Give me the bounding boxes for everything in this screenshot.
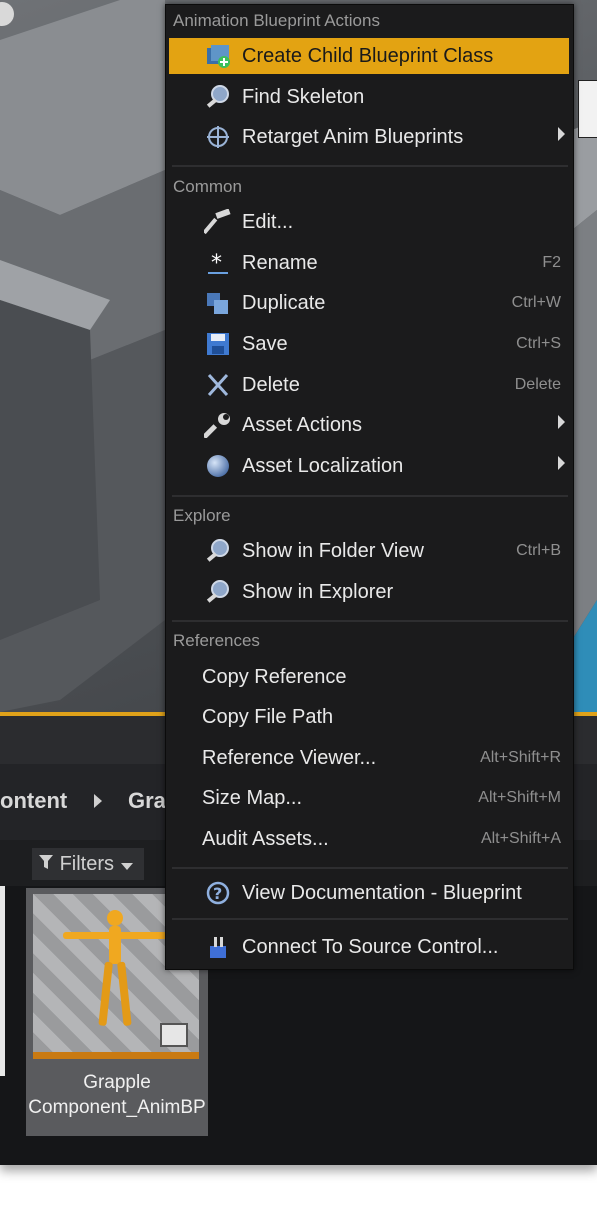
filter-icon — [38, 849, 54, 881]
menu-item-connect-to-source-control[interactable]: Connect To Source Control... — [169, 929, 569, 965]
wrench-icon — [202, 412, 232, 440]
section-header-common: Common — [173, 177, 242, 196]
menu-separator — [172, 620, 568, 622]
menu-item-save[interactable]: Save Ctrl+S — [169, 326, 569, 362]
menu-item-size-map[interactable]: Size Map... Alt+Shift+M — [169, 780, 569, 816]
menu-item-audit-assets[interactable]: Audit Assets... Alt+Shift+A — [169, 821, 569, 857]
menu-item-label: Asset Actions — [242, 414, 363, 436]
menu-item-label: Show in Folder View — [242, 540, 424, 562]
menu-item-show-in-explorer[interactable]: Show in Explorer — [169, 574, 569, 610]
section-header-animation-blueprint-actions: Animation Blueprint Actions — [173, 11, 380, 30]
menu-item-shortcut: Alt+Shift+R — [480, 749, 561, 766]
menu-item-label: Asset Localization — [242, 455, 404, 477]
menu-item-duplicate[interactable]: Duplicate Ctrl+W — [169, 285, 569, 321]
chevron-right-icon — [92, 790, 104, 816]
menu-item-shortcut: Delete — [514, 376, 561, 393]
menu-item-shortcut: Alt+Shift+A — [480, 830, 561, 847]
save-icon — [204, 331, 232, 357]
menu-item-shortcut: Ctrl+S — [516, 335, 561, 352]
menu-item-create-child-blueprint-class[interactable]: Create Child Blueprint Class — [169, 38, 569, 74]
create-blueprint-icon — [204, 43, 232, 69]
menu-item-delete[interactable]: Delete Delete — [169, 367, 569, 403]
breadcrumb-segment-content[interactable]: ontent — [0, 788, 67, 814]
menu-item-label: Show in Explorer — [242, 581, 394, 603]
menu-item-label: Edit... — [242, 211, 294, 233]
menu-item-label: Save — [242, 333, 288, 355]
menu-item-label: Connect To Source Control... — [242, 936, 499, 958]
magnifier-icon — [204, 538, 232, 564]
chevron-down-icon — [120, 849, 134, 881]
retarget-icon — [204, 124, 232, 150]
duplicate-icon — [204, 290, 232, 316]
menu-item-find-skeleton[interactable]: Find Skeleton — [169, 79, 569, 115]
asset-name: Grapple Component_AnimBP — [28, 1072, 206, 1118]
breadcrumb-segment-folder[interactable]: Gra — [128, 788, 166, 814]
asset-type-bar — [33, 1052, 199, 1059]
menu-separator — [172, 918, 568, 920]
menu-item-label: Find Skeleton — [242, 86, 365, 108]
source-control-icon — [204, 934, 232, 960]
menu-separator — [172, 867, 568, 869]
menu-item-shortcut: Ctrl+W — [511, 294, 561, 311]
filters-button[interactable]: Filters — [32, 848, 144, 880]
menu-item-view-documentation[interactable]: ? View Documentation - Blueprint — [169, 875, 569, 911]
help-icon: ? — [204, 880, 232, 906]
menu-separator — [172, 165, 568, 167]
menu-item-shortcut: Alt+Shift+M — [478, 789, 561, 806]
magnifier-icon — [204, 84, 232, 110]
menu-item-label: Copy File Path — [202, 706, 334, 728]
menu-item-asset-localization[interactable]: Asset Localization — [169, 448, 569, 484]
menu-item-label: View Documentation - Blueprint — [242, 882, 522, 904]
menu-separator — [172, 495, 568, 497]
menu-item-shortcut: F2 — [542, 254, 561, 271]
menu-item-rename[interactable]: * Rename F2 — [169, 245, 569, 281]
menu-item-label: Delete — [242, 374, 300, 396]
submenu-arrow-icon — [558, 456, 565, 470]
menu-item-label: Audit Assets... — [202, 828, 329, 850]
menu-item-reference-viewer[interactable]: Reference Viewer... Alt+Shift+R — [169, 740, 569, 776]
menu-item-label: Rename — [242, 252, 318, 274]
submenu-arrow-icon — [558, 127, 565, 141]
viewport-overlay-box — [578, 80, 597, 138]
menu-item-copy-reference[interactable]: Copy Reference — [169, 659, 569, 695]
menu-item-show-in-folder-view[interactable]: Show in Folder View Ctrl+B — [169, 533, 569, 569]
delete-icon — [204, 372, 232, 398]
menu-item-label: Retarget Anim Blueprints — [242, 126, 464, 148]
menu-item-label: Copy Reference — [202, 666, 347, 688]
menu-item-asset-actions[interactable]: Asset Actions — [169, 407, 569, 443]
editor-screenshot: ontent Gra Filters Grapple Component_Ani… — [0, 0, 597, 1165]
menu-item-label: Size Map... — [202, 787, 303, 809]
submenu-arrow-icon — [558, 415, 565, 429]
menu-item-edit[interactable]: Edit... — [169, 204, 569, 240]
sources-panel-edge — [0, 886, 5, 1076]
filters-label: Filters — [59, 853, 115, 875]
magnifier-icon — [204, 579, 232, 605]
menu-item-copy-file-path[interactable]: Copy File Path — [169, 699, 569, 735]
svg-text:?: ? — [213, 884, 222, 903]
hammer-icon — [202, 208, 232, 235]
menu-item-label: Duplicate — [242, 292, 326, 314]
section-header-explore: Explore — [173, 506, 231, 525]
menu-item-label: Reference Viewer... — [202, 747, 377, 769]
context-menu: Animation Blueprint Actions Create Child… — [165, 4, 574, 970]
section-header-references: References — [173, 631, 260, 650]
menu-item-retarget-anim-blueprints[interactable]: Retarget Anim Blueprints — [169, 119, 569, 155]
menu-item-shortcut: Ctrl+B — [516, 542, 561, 559]
menu-item-label: Create Child Blueprint Class — [242, 45, 494, 67]
globe-icon — [204, 453, 232, 479]
rename-icon: * — [204, 250, 232, 276]
